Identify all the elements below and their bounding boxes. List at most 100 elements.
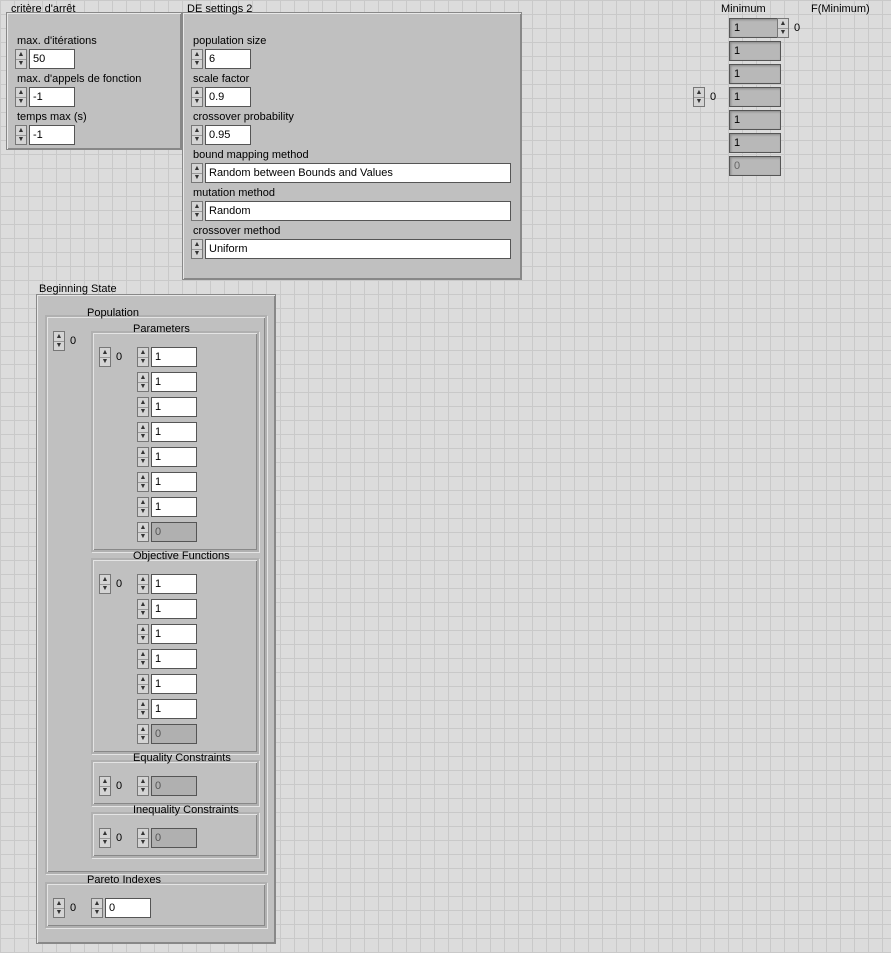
select-bound-method[interactable] [205,163,511,183]
input-pop-size[interactable] [205,49,251,69]
chevron-up-icon[interactable]: ▲ [192,202,202,212]
spinner-cross-method[interactable]: ▲▼ [191,239,203,259]
chevron-up-icon[interactable]: ▲ [138,575,148,585]
chevron-up-icon[interactable]: ▲ [778,19,788,29]
input-obj-5[interactable] [151,699,197,719]
input-param-6[interactable] [151,497,197,517]
chevron-up-icon[interactable]: ▲ [138,373,148,383]
chevron-down-icon[interactable]: ▼ [192,174,202,183]
spinner-obj-5[interactable]: ▲▼ [137,699,149,719]
select-cross-method[interactable] [205,239,511,259]
chevron-down-icon[interactable]: ▼ [16,136,26,145]
chevron-up-icon[interactable]: ▲ [138,398,148,408]
input-param-4[interactable] [151,447,197,467]
chevron-up-icon[interactable]: ▲ [138,675,148,685]
input-param-0[interactable] [151,347,197,367]
chevron-up-icon[interactable]: ▲ [138,523,148,533]
select-mutation-method[interactable] [205,201,511,221]
spinner-obj-index[interactable]: ▲▼ [99,574,111,594]
chevron-down-icon[interactable]: ▼ [138,787,148,796]
spinner-eq-0[interactable]: ▲▼ [137,776,149,796]
input-ineq-0[interactable] [151,828,197,848]
input-ineq-index[interactable] [113,828,133,848]
chevron-down-icon[interactable]: ▼ [138,585,148,594]
input-obj-index[interactable] [113,574,133,594]
input-pareto-index[interactable] [67,898,87,918]
chevron-up-icon[interactable]: ▲ [138,650,148,660]
spinner-eq-index[interactable]: ▲▼ [99,776,111,796]
chevron-down-icon[interactable]: ▼ [138,710,148,719]
chevron-up-icon[interactable]: ▲ [100,575,110,585]
input-obj-3[interactable] [151,649,197,669]
chevron-down-icon[interactable]: ▼ [138,635,148,644]
chevron-down-icon[interactable]: ▼ [138,533,148,542]
chevron-up-icon[interactable]: ▲ [54,899,64,909]
chevron-up-icon[interactable]: ▲ [138,829,148,839]
chevron-down-icon[interactable]: ▼ [138,358,148,367]
chevron-up-icon[interactable]: ▲ [100,777,110,787]
chevron-down-icon[interactable]: ▼ [100,787,110,796]
spinner-max-calls[interactable]: ▲▼ [15,87,27,107]
chevron-up-icon[interactable]: ▲ [100,829,110,839]
input-population-index[interactable] [67,331,87,351]
spinner-fmin-index[interactable]: ▲▼ [777,18,789,38]
chevron-down-icon[interactable]: ▼ [100,839,110,848]
chevron-down-icon[interactable]: ▼ [192,250,202,259]
spinner-param-2[interactable]: ▲▼ [137,397,149,417]
chevron-down-icon[interactable]: ▼ [138,610,148,619]
chevron-down-icon[interactable]: ▼ [138,433,148,442]
chevron-down-icon[interactable]: ▼ [694,98,704,107]
chevron-up-icon[interactable]: ▲ [92,899,102,909]
chevron-down-icon[interactable]: ▼ [138,483,148,492]
spinner-population-index[interactable]: ▲▼ [53,331,65,351]
input-eq-0[interactable] [151,776,197,796]
chevron-up-icon[interactable]: ▲ [138,423,148,433]
chevron-up-icon[interactable]: ▲ [138,348,148,358]
chevron-down-icon[interactable]: ▼ [138,839,148,848]
input-obj-6[interactable] [151,724,197,744]
spinner-obj-1[interactable]: ▲▼ [137,599,149,619]
chevron-down-icon[interactable]: ▼ [138,660,148,669]
input-eq-index[interactable] [113,776,133,796]
input-param-1[interactable] [151,372,197,392]
chevron-up-icon[interactable]: ▲ [138,600,148,610]
chevron-down-icon[interactable]: ▼ [138,735,148,744]
chevron-up-icon[interactable]: ▲ [138,700,148,710]
input-param-5[interactable] [151,472,197,492]
chevron-down-icon[interactable]: ▼ [138,408,148,417]
input-fmin-index[interactable] [791,18,811,38]
input-param-3[interactable] [151,422,197,442]
input-param-7[interactable] [151,522,197,542]
input-obj-0[interactable] [151,574,197,594]
spinner-param-4[interactable]: ▲▼ [137,447,149,467]
spinner-minimum-index[interactable]: ▲▼ [693,87,705,107]
chevron-up-icon[interactable]: ▲ [192,88,202,98]
spinner-params-index[interactable]: ▲▼ [99,347,111,367]
spinner-max-time[interactable]: ▲▼ [15,125,27,145]
chevron-down-icon[interactable]: ▼ [192,98,202,107]
spinner-cross-prob[interactable]: ▲▼ [191,125,203,145]
chevron-down-icon[interactable]: ▼ [138,685,148,694]
chevron-down-icon[interactable]: ▼ [54,909,64,918]
chevron-up-icon[interactable]: ▲ [694,88,704,98]
chevron-up-icon[interactable]: ▲ [16,126,26,136]
chevron-down-icon[interactable]: ▼ [138,458,148,467]
spinner-ineq-0[interactable]: ▲▼ [137,828,149,848]
input-obj-4[interactable] [151,674,197,694]
chevron-up-icon[interactable]: ▲ [16,50,26,60]
chevron-down-icon[interactable]: ▼ [100,358,110,367]
input-obj-2[interactable] [151,624,197,644]
chevron-down-icon[interactable]: ▼ [192,212,202,221]
spinner-param-7[interactable]: ▲▼ [137,522,149,542]
chevron-up-icon[interactable]: ▲ [16,88,26,98]
spinner-obj-4[interactable]: ▲▼ [137,674,149,694]
input-param-2[interactable] [151,397,197,417]
chevron-up-icon[interactable]: ▲ [138,725,148,735]
spinner-scale-factor[interactable]: ▲▼ [191,87,203,107]
chevron-down-icon[interactable]: ▼ [16,60,26,69]
spinner-param-6[interactable]: ▲▼ [137,497,149,517]
input-scale-factor[interactable] [205,87,251,107]
spinner-param-3[interactable]: ▲▼ [137,422,149,442]
chevron-up-icon[interactable]: ▲ [192,240,202,250]
chevron-down-icon[interactable]: ▼ [138,383,148,392]
